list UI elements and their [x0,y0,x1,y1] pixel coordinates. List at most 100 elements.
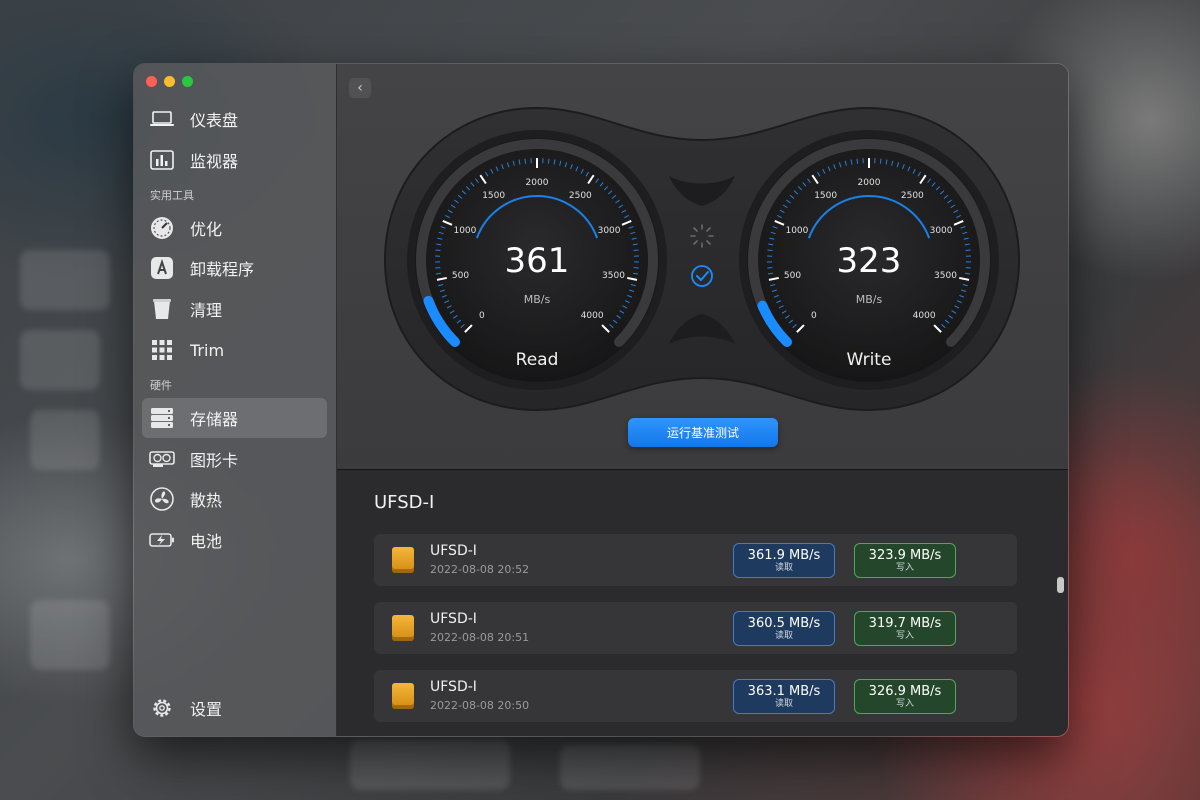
result-device-name: UFSD-I [430,543,477,559]
result-device-name: UFSD-I [430,679,477,695]
gauge-tick-label: 500 [452,271,469,281]
gauge-minor-tick [547,158,550,164]
write-speed-label: 写入 [895,562,914,573]
gauge-tick-label: 0 [811,311,817,321]
sidebar-item-storage[interactable]: 存储器 [142,398,327,438]
read-speed-badge: 360.5 MB/s 读取 [733,611,835,646]
write-speed-value: 319.7 MB/s [868,615,942,631]
write-speed-label: 写入 [895,630,914,641]
gauge-tick-label: 500 [784,271,801,281]
gauge-minor-tick [524,158,527,164]
result-timestamp: 2022-08-08 20:50 [430,699,530,712]
sidebar-item-label: 电池 [190,532,223,551]
gear-icon [142,696,182,720]
graphics-card-icon [142,450,182,468]
sidebar-item-trim[interactable]: Trim [142,330,327,370]
gauge-tick-label: 1000 [785,226,808,236]
close-window-button[interactable] [146,76,157,87]
write-speed-value: 326.9 MB/s [868,683,942,699]
write-speed-label: 写入 [895,698,914,709]
read-speed-label: 读取 [774,562,793,573]
read-speed-value: 361.9 MB/s [747,547,821,563]
sidebar-item-graphics[interactable]: 图形卡 [142,439,327,479]
sidebar-item-uninstaller[interactable]: 卸载程序 [142,248,327,288]
read-speed-label: 读取 [774,630,793,641]
result-row[interactable]: UFSD-I 2022-08-08 20:52 361.9 MB/s 读取 32… [374,534,1017,586]
gauge-label: Write [847,350,892,370]
external-drive-icon [392,683,414,709]
external-drive-icon [392,547,414,573]
run-benchmark-button[interactable]: 运行基准测试 [628,418,778,447]
read-speed-badge: 361.9 MB/s 读取 [733,543,835,578]
gauge-tick-label: 1500 [814,191,837,201]
sidebar-item-label: 监视器 [190,152,239,171]
sidebar-item-label: 清理 [190,301,223,320]
result-timestamp: 2022-08-08 20:52 [430,563,530,576]
gauge-minor-tick [856,158,859,164]
gauge-tick-label: 0 [479,311,485,321]
zoom-window-button[interactable] [182,76,193,87]
gauge-unit: MB/s [856,293,883,306]
write-speed-badge: 319.7 MB/s 写入 [854,611,956,646]
storage-drive-icon [142,407,182,429]
sidebar-item-label: Trim [190,340,225,360]
write-speed-badge: 326.9 MB/s 写入 [854,679,956,714]
gauge-tick-label: 4000 [581,311,604,321]
battery-charging-icon [142,532,182,548]
results-area: UFSD-I UFSD-I 2022-08-08 20:52 361.9 MB/… [337,469,1068,736]
laptop-icon [142,110,182,128]
sidebar-item-battery[interactable]: 电池 [142,520,327,560]
sidebar-item-optimize[interactable]: 优化 [142,208,327,248]
gauge-tick-label: 2500 [569,191,592,201]
gauge-minor-tick [633,272,639,275]
scrollbar-thumb[interactable] [1057,577,1064,593]
result-row[interactable]: UFSD-I 2022-08-08 20:50 363.1 MB/s 读取 32… [374,670,1017,722]
read-speed-label: 读取 [774,698,793,709]
section-label-utilities: 实用工具 [150,189,194,202]
gauge-tick-label: 3000 [598,226,621,236]
benchmark-area: ‹ 0 500 1000 1500 2000 2500 3000 3500 40… [337,64,1068,469]
sidebar-item-dashboard[interactable]: 仪表盘 [142,99,327,139]
sidebar-item-monitor[interactable]: 监视器 [142,140,327,180]
sidebar-item-cooling[interactable]: 散热 [142,479,327,519]
app-window: 仪表盘 监视器 实用工具 优化 卸载程序 清理 Trim 硬件 存储器 图形卡 … [133,63,1069,737]
read-speed-value: 360.5 MB/s [747,615,821,631]
sidebar-item-label: 仪表盘 [190,111,239,130]
gauge-unit: MB/s [524,293,551,306]
device-title: UFSD-I [374,492,435,513]
gauge-minor-tick [879,158,882,164]
sidebar-item-cleaner[interactable]: 清理 [142,289,327,329]
gauge-label: Read [516,350,559,370]
sidebar-item-settings[interactable]: 设置 [142,688,327,728]
write-gauge: 0 500 1000 1500 2000 2500 3000 3500 4000 323 MB/s W… [739,130,999,390]
window-controls [146,76,193,87]
gauge-tick-label: 1500 [482,191,505,201]
gauge-tick-label: 3000 [930,226,953,236]
sidebar-item-label: 设置 [190,700,223,719]
section-label-hardware: 硬件 [150,379,172,392]
gauge-minor-tick [767,272,773,275]
external-drive-icon [392,615,414,641]
fan-icon [142,487,182,511]
read-speed-badge: 363.1 MB/s 读取 [733,679,835,714]
gauge-tick-label: 1000 [453,226,476,236]
gauge-tick-label: 2000 [858,178,881,188]
sidebar-item-label: 优化 [190,220,223,239]
sidebar-item-label: 散热 [190,491,223,510]
result-timestamp: 2022-08-08 20:51 [430,631,530,644]
main-panel: ‹ 0 500 1000 1500 2000 2500 3000 3500 40… [337,64,1068,736]
read-speed-value: 363.1 MB/s [747,683,821,699]
gauge-minor-tick [965,272,971,275]
sidebar-item-label: 卸载程序 [190,260,255,279]
result-row[interactable]: UFSD-I 2022-08-08 20:51 360.5 MB/s 读取 31… [374,602,1017,654]
grid-icon [142,339,182,361]
sidebar-item-label: 图形卡 [190,451,239,470]
read-gauge: 0 500 1000 1500 2000 2500 3000 3500 4000 361 MB/s R… [407,130,667,390]
app-store-icon [142,256,182,280]
speedometer-icon [142,216,182,240]
gauge-tick-label: 4000 [913,311,936,321]
write-speed-value: 323.9 MB/s [868,547,942,563]
minimize-window-button[interactable] [164,76,175,87]
gauge-tick-label: 2000 [526,178,549,188]
gauge-minor-tick [435,272,441,275]
